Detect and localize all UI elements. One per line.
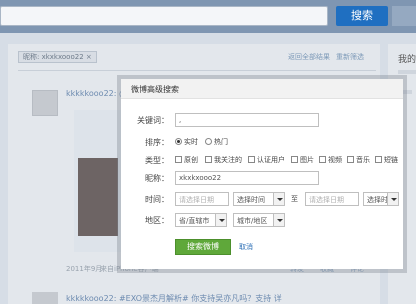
right-sidebar-line — [398, 70, 416, 74]
checkbox-icon[interactable] — [319, 156, 326, 163]
radio-icon[interactable] — [205, 138, 212, 145]
chevron-down-icon — [273, 193, 284, 205]
type-shortlink[interactable]: 短链 — [375, 155, 398, 165]
province-value: 省/直辖市 — [179, 217, 210, 225]
nickname-value: xkxkxooo22 — [179, 174, 222, 182]
sort-label: 排序： — [145, 138, 169, 147]
chevron-down-icon — [215, 214, 226, 226]
keyword-input[interactable]: , — [175, 113, 319, 127]
start-time-value: 选择时间 — [237, 196, 265, 204]
avatar[interactable] — [32, 292, 58, 304]
checkbox-icon[interactable] — [205, 156, 212, 163]
dialog-header[interactable]: 微博高级搜索 — [121, 79, 403, 99]
city-value: 城市/地区 — [237, 217, 268, 225]
nickname-label: 昵称： — [145, 174, 169, 183]
checkbox-icon[interactable] — [375, 156, 382, 163]
start-date-input[interactable]: 请选择日期 — [175, 192, 229, 206]
post-date: 2011年9月 — [66, 265, 103, 273]
start-date-placeholder: 请选择日期 — [179, 196, 214, 204]
avatar[interactable] — [32, 90, 58, 116]
keyword-value: , — [179, 116, 182, 124]
search-button[interactable]: 搜索 — [336, 6, 388, 26]
advanced-search-dialog: 微博高级搜索 关键词： , 排序： 实时 热门 类型： 原创 我关注的 认证用户… — [121, 79, 403, 269]
start-time-select[interactable]: 选择时间 — [233, 192, 285, 206]
topbar-right-area — [392, 6, 416, 26]
keyword-label: 关键词： — [137, 116, 169, 125]
end-time-select[interactable]: 选择时间 — [363, 192, 399, 206]
feed-user-line[interactable]: kkkkkooo22: @ — [66, 89, 127, 98]
search-weibo-button[interactable]: 搜索微博 — [175, 239, 231, 255]
back-to-all-link[interactable]: 返回全部结果 — [288, 52, 330, 62]
dialog-title: 微博高级搜索 — [131, 85, 179, 94]
sort-realtime[interactable]: 实时 — [175, 137, 198, 147]
checkbox-icon[interactable] — [291, 156, 298, 163]
to-label: 至 — [291, 195, 298, 203]
type-label: 类型： — [145, 156, 169, 165]
type-image[interactable]: 图片 — [291, 155, 314, 165]
type-original[interactable]: 原创 — [175, 155, 198, 165]
sort-hot[interactable]: 热门 — [205, 137, 228, 147]
filter-tag[interactable]: 昵称: xkxkxooo22 × — [18, 51, 97, 63]
search-input[interactable] — [0, 6, 328, 26]
cancel-link[interactable]: 取消 — [239, 242, 253, 252]
checkbox-icon[interactable] — [175, 156, 182, 163]
end-date-placeholder: 请选择日期 — [309, 196, 344, 204]
right-sidebar-title: 我的 — [398, 55, 416, 65]
type-video[interactable]: 视频 — [319, 155, 342, 165]
chevron-down-icon — [387, 193, 398, 205]
checkbox-icon[interactable] — [248, 156, 255, 163]
type-music[interactable]: 音乐 — [347, 155, 370, 165]
refilter-link[interactable]: 重新筛选 — [336, 52, 364, 62]
end-date-input[interactable]: 请选择日期 — [305, 192, 359, 206]
region-label: 地区： — [145, 216, 169, 225]
divider — [18, 70, 376, 71]
city-select[interactable]: 城市/地区 — [233, 213, 285, 227]
radio-selected-icon[interactable] — [175, 138, 182, 145]
nickname-input[interactable]: xkxkxooo22 — [175, 171, 319, 185]
province-select[interactable]: 省/直辖市 — [175, 213, 227, 227]
checkbox-icon[interactable] — [347, 156, 354, 163]
post-thumbnail[interactable] — [78, 158, 118, 236]
time-label: 时间： — [145, 195, 169, 204]
top-search-bar: 搜索 — [0, 0, 416, 33]
feed-user-line[interactable]: kkkkkooo22: #EXO景杰月解析# 你支持吴亦凡吗？支持 详 — [66, 293, 282, 304]
type-verified[interactable]: 认证用户 — [248, 155, 285, 165]
chevron-down-icon — [273, 214, 284, 226]
type-following[interactable]: 我关注的 — [205, 155, 242, 165]
